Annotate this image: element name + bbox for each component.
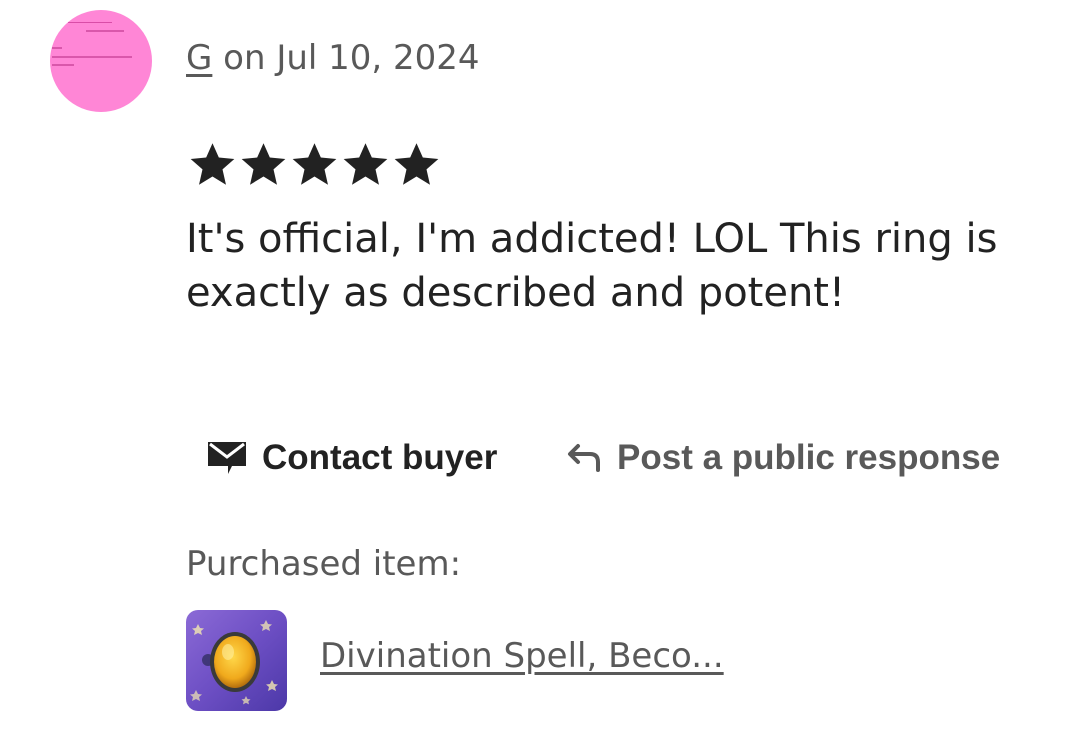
review-date: Jul 10, 2024 <box>276 38 480 78</box>
review-text: It's official, I'm addicted! LOL This ri… <box>186 216 998 316</box>
star-icon <box>241 143 286 185</box>
envelope-icon <box>208 442 246 474</box>
avatar-detail <box>52 47 62 49</box>
star-rating <box>188 140 441 188</box>
avatar-detail <box>68 16 112 23</box>
contact-buyer-label: Contact buyer <box>262 438 498 477</box>
avatar-detail <box>52 64 74 66</box>
purchased-item-label: Purchased item: <box>186 544 462 584</box>
star-icon <box>292 143 337 185</box>
post-public-response-label: Post a public response <box>617 438 1001 477</box>
star-icon <box>343 143 388 185</box>
reviewer-name-link[interactable]: G <box>186 38 212 78</box>
ring-product-image <box>186 610 287 711</box>
purchased-item-thumbnail[interactable] <box>186 610 287 711</box>
date-prefix: on <box>212 38 277 78</box>
reply-arrow-icon <box>568 444 600 472</box>
star-icon <box>394 143 439 185</box>
star-icon <box>190 143 235 185</box>
contact-buyer-button[interactable]: Contact buyer <box>206 432 497 484</box>
post-public-response-button[interactable]: Post a public response <box>565 432 1000 484</box>
avatar-detail <box>52 56 132 58</box>
avatar-detail <box>86 30 124 32</box>
review-header: G on Jul 10, 2024 <box>186 38 480 78</box>
purchased-item-link[interactable]: Divination Spell, Beco... <box>320 636 724 676</box>
reviewer-avatar[interactable] <box>50 10 152 112</box>
